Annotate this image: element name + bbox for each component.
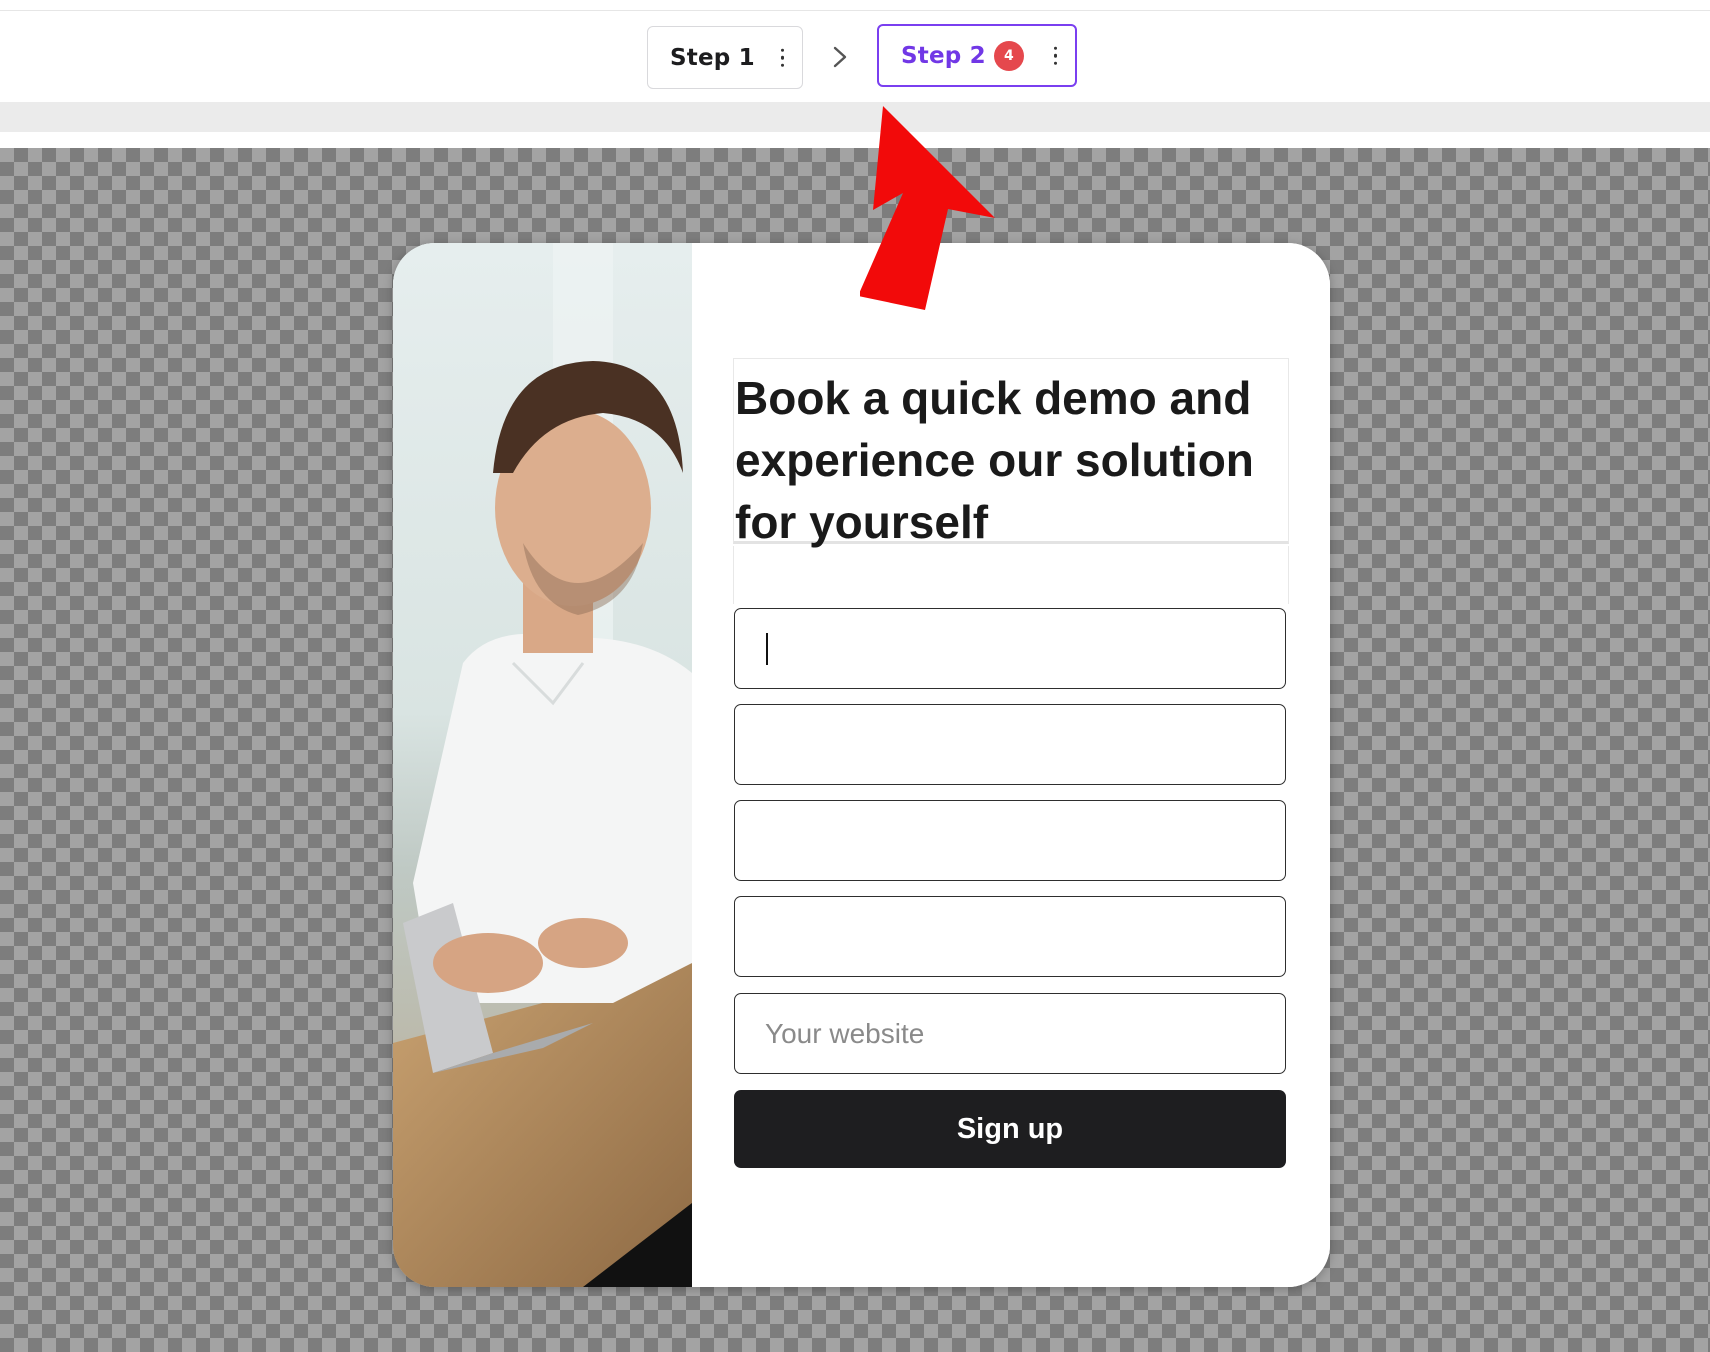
form-field-1[interactable] (734, 608, 1286, 689)
form-area: Book a quick demo and experience our sol… (692, 243, 1330, 1287)
spacer-block (733, 546, 1289, 604)
chevron-right-icon (833, 46, 847, 68)
man-with-laptop-photo (393, 243, 692, 1287)
website-field[interactable] (734, 993, 1286, 1074)
sign-up-button[interactable]: Sign up (734, 1090, 1286, 1168)
form-field-4[interactable] (734, 896, 1286, 977)
headline-container: Book a quick demo and experience our sol… (733, 358, 1289, 548)
kebab-menu-icon[interactable] (780, 48, 784, 67)
headline: Book a quick demo and experience our sol… (735, 372, 1254, 548)
step-navigation (0, 11, 1710, 102)
toolbar-strip (0, 102, 1710, 132)
form-field-3[interactable] (734, 800, 1286, 881)
step-2-label: Step 2 (901, 42, 986, 69)
text-caret (766, 633, 768, 665)
tab-step-1[interactable]: Step 1 (647, 26, 803, 89)
red-arrow-annotation (860, 106, 995, 310)
kebab-menu-icon[interactable] (1053, 46, 1057, 65)
step-1-label: Step 1 (670, 44, 755, 71)
separator (0, 132, 1710, 148)
tab-step-2[interactable]: Step 2 4 (877, 24, 1077, 87)
signup-popup: Book a quick demo and experience our sol… (393, 243, 1330, 1287)
notification-badge: 4 (993, 40, 1024, 71)
form-field-2[interactable] (734, 704, 1286, 785)
